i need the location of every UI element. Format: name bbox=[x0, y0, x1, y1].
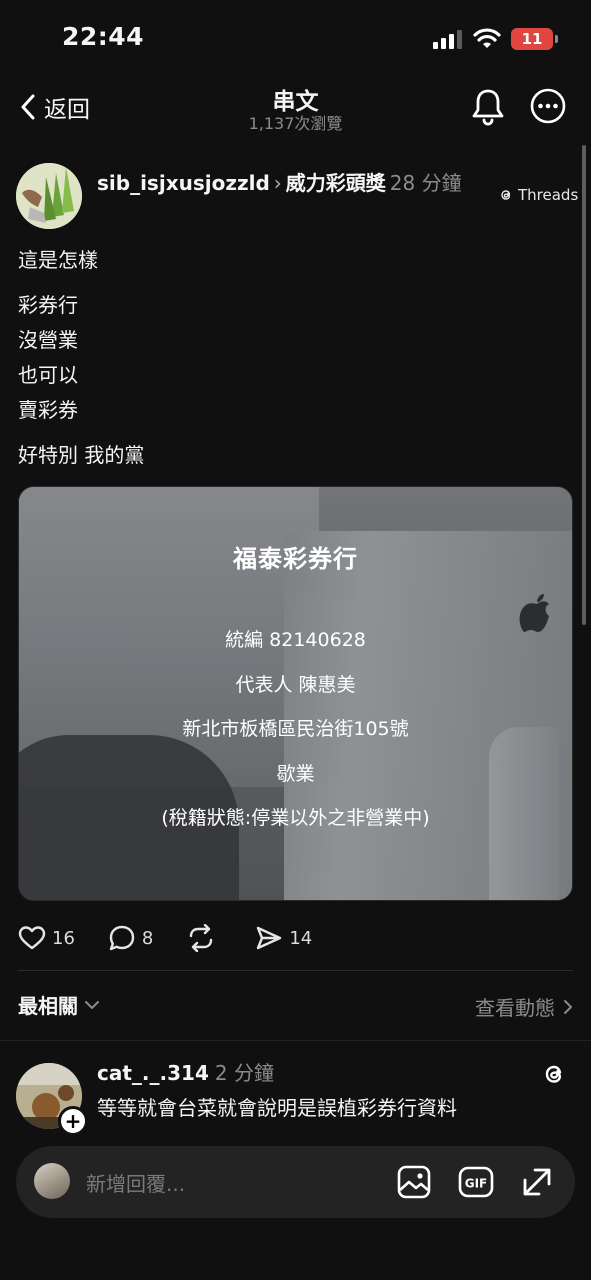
avatar-image bbox=[16, 163, 82, 229]
divider bbox=[0, 1040, 591, 1041]
chevron-right-icon bbox=[564, 999, 572, 1014]
image-tax-id: 統編 82140628 bbox=[225, 629, 366, 651]
image-tax-status: (稅籍狀態:停業以外之非營業中) bbox=[161, 807, 430, 829]
status-bar: 22:44 11 bbox=[0, 0, 591, 80]
heart-icon bbox=[18, 926, 46, 950]
comment-icon bbox=[109, 925, 135, 951]
post-text-line: 賣彩券 bbox=[18, 398, 78, 422]
share-button[interactable]: 14 bbox=[255, 925, 312, 951]
repost-icon bbox=[190, 924, 213, 952]
post-text-line: 這是怎樣 bbox=[18, 248, 98, 272]
chevron-right-icon: › bbox=[273, 171, 282, 195]
sort-dropdown[interactable]: 最相關 bbox=[18, 990, 100, 1019]
post-text-block: 彩券行 沒營業 也可以 賣彩券 bbox=[18, 288, 144, 428]
status-time: 22:44 bbox=[62, 22, 145, 51]
post-text-line: 沒營業 bbox=[18, 328, 78, 352]
reply-text: 等等就會台菜就會說明是誤植彩券行資料 bbox=[97, 1096, 457, 1120]
post-timestamp: 28 分鐘 bbox=[389, 171, 462, 195]
like-count: 16 bbox=[52, 927, 75, 949]
scrollbar[interactable] bbox=[582, 145, 586, 625]
current-user-avatar bbox=[34, 1163, 70, 1199]
post-image[interactable]: 福泰彩券行 統編 82140628 代表人 陳惠美 新北市板橋區民治街105號 … bbox=[18, 486, 573, 901]
gif-icon[interactable]: GIF bbox=[458, 1164, 494, 1200]
reply-header: cat_._.314 2 分鐘 bbox=[97, 1058, 274, 1088]
bell-icon[interactable] bbox=[470, 86, 506, 126]
replies-sort-bar: 最相關 查看動態 bbox=[18, 990, 573, 1022]
post-text-line: 好特別 我的黨 bbox=[18, 443, 145, 467]
post-body: 這是怎樣 彩券行 沒營業 也可以 賣彩券 好特別 我的黨 bbox=[18, 243, 144, 483]
threads-logo-icon[interactable] bbox=[540, 1060, 568, 1088]
battery-indicator: 11 bbox=[511, 28, 558, 50]
see-activity-label: 查看動態 bbox=[475, 996, 555, 1020]
divider bbox=[18, 970, 573, 971]
reply-username[interactable]: cat_._.314 bbox=[97, 1061, 209, 1085]
image-title: 福泰彩券行 bbox=[233, 545, 358, 573]
send-icon bbox=[257, 926, 282, 950]
more-options-icon[interactable] bbox=[530, 88, 566, 124]
post-topic-tag[interactable]: 威力彩頭獎 bbox=[286, 171, 386, 195]
image-attach-icon[interactable] bbox=[396, 1164, 432, 1200]
post-username[interactable]: sib_isjxusjozzld bbox=[97, 171, 270, 195]
reply-input[interactable]: 新增回覆... bbox=[86, 1168, 185, 1197]
image-status: 歇業 bbox=[276, 763, 315, 785]
post-header: sib_isjxusjozzld › 威力彩頭獎 28 分鐘 bbox=[97, 168, 497, 198]
repost-button[interactable] bbox=[186, 924, 222, 952]
threads-badge[interactable]: Threads bbox=[498, 186, 578, 204]
svg-text:GIF: GIF bbox=[465, 1177, 488, 1191]
image-address: 新北市板橋區民治街105號 bbox=[182, 718, 409, 740]
battery-level: 11 bbox=[521, 30, 543, 48]
like-button[interactable]: 16 bbox=[18, 925, 75, 951]
post-text-line: 彩券行 bbox=[18, 293, 78, 317]
reply-composer[interactable]: 新增回覆... GIF bbox=[16, 1146, 575, 1218]
image-representative: 代表人 陳惠美 bbox=[235, 674, 356, 696]
post-text-line: 也可以 bbox=[18, 363, 78, 387]
reply-timestamp: 2 分鐘 bbox=[214, 1061, 274, 1085]
chevron-down-icon bbox=[85, 1000, 99, 1009]
threads-logo-icon bbox=[501, 190, 511, 200]
comment-button[interactable]: 8 bbox=[108, 924, 153, 952]
cellular-signal-icon bbox=[433, 30, 462, 49]
share-count: 14 bbox=[289, 927, 313, 949]
see-activity-link[interactable]: 查看動態 bbox=[475, 992, 573, 1021]
comment-count: 8 bbox=[141, 927, 154, 949]
threads-badge-label: Threads bbox=[518, 186, 579, 204]
post-author-avatar[interactable] bbox=[16, 163, 82, 229]
follow-plus-button[interactable]: + bbox=[58, 1106, 88, 1136]
nav-bar: 返回 串文 1,137次瀏覽 bbox=[0, 80, 591, 140]
expand-icon[interactable] bbox=[519, 1164, 555, 1200]
wifi-icon bbox=[473, 28, 501, 48]
status-icons: 11 bbox=[433, 28, 558, 50]
sort-label: 最相關 bbox=[18, 994, 78, 1018]
post-actions: 16 8 14 bbox=[18, 922, 345, 954]
